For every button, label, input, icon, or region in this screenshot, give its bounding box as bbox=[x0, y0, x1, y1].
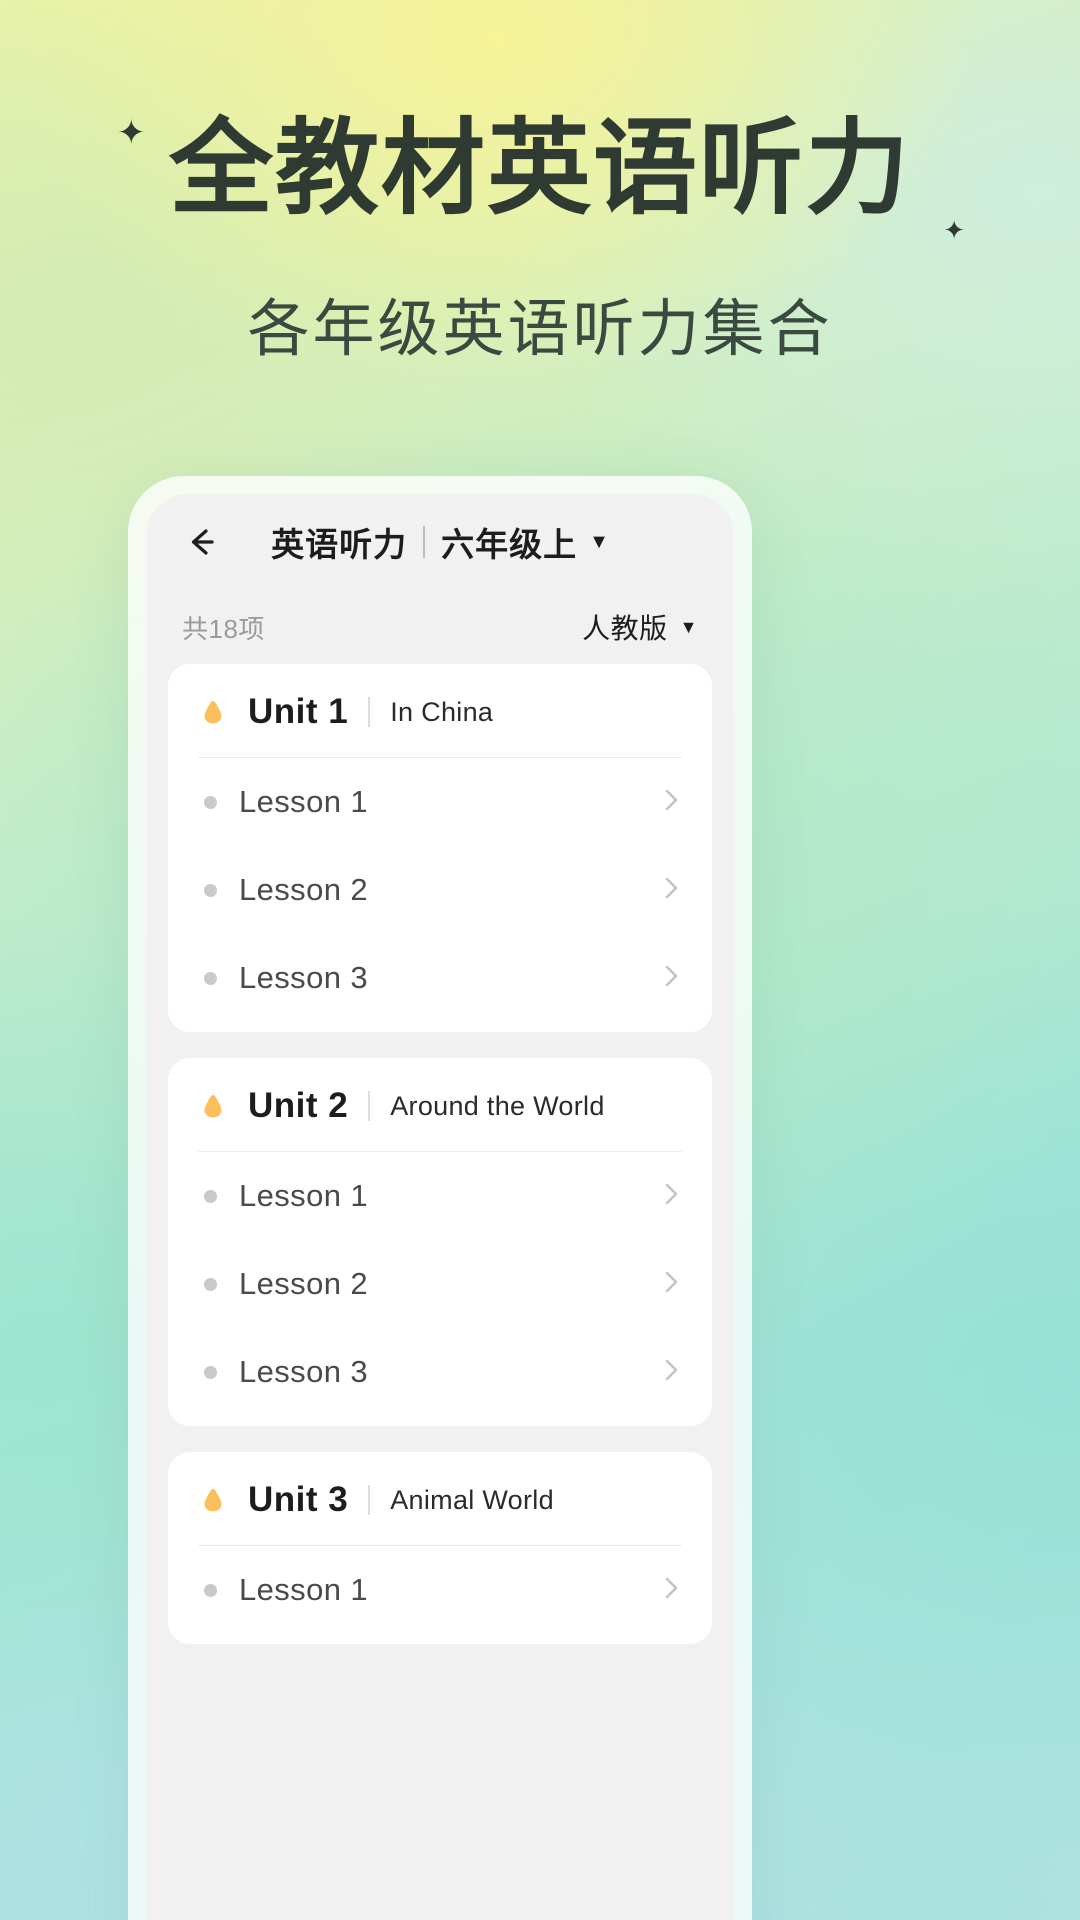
unit-list: Unit 1 In China Lesson 1 Lesson 2 Lesson… bbox=[146, 664, 734, 1690]
unit-title: Unit 2 bbox=[248, 1086, 349, 1125]
chevron-right-icon bbox=[660, 1573, 682, 1608]
bullet-dot-icon bbox=[204, 971, 217, 985]
lesson-row[interactable]: Lesson 2 bbox=[168, 846, 712, 934]
lesson-label: Lesson 1 bbox=[239, 1178, 369, 1213]
lesson-row[interactable]: Lesson 3 bbox=[168, 934, 712, 1022]
chevron-down-icon[interactable]: ▼ bbox=[589, 531, 609, 554]
lesson-row[interactable]: Lesson 1 bbox=[168, 1546, 712, 1634]
sparkle-icon-bottom: ✦ bbox=[943, 216, 967, 247]
textbook-version-select[interactable]: 人教版 ▼ bbox=[582, 607, 698, 647]
chevron-right-icon bbox=[660, 1355, 682, 1390]
unit-title: Unit 1 bbox=[248, 692, 349, 731]
bullet-dot-icon bbox=[204, 1365, 217, 1379]
chevron-right-icon bbox=[660, 1179, 682, 1214]
droplet-marker-icon bbox=[198, 1091, 228, 1121]
chevron-right-icon bbox=[660, 961, 682, 996]
unit-header[interactable]: Unit 3 Animal World bbox=[168, 1452, 712, 1546]
lesson-label: Lesson 1 bbox=[239, 784, 369, 819]
phone-mockup: 英语听力 六年级上 ▼ 共18项 人教版 ▼ Unit 1 In China L… bbox=[128, 476, 752, 1920]
lesson-label: Lesson 3 bbox=[239, 960, 369, 995]
headline-text: 全教材英语听力 bbox=[168, 107, 911, 229]
droplet-marker-icon bbox=[198, 697, 228, 727]
lesson-label: Lesson 2 bbox=[239, 1266, 369, 1301]
lesson-row[interactable]: Lesson 3 bbox=[168, 1328, 712, 1416]
unit-description: In China bbox=[390, 696, 494, 727]
unit-title: Unit 3 bbox=[248, 1480, 349, 1519]
back-arrow-icon[interactable] bbox=[180, 520, 224, 564]
droplet-marker-icon bbox=[198, 1485, 228, 1515]
unit-card: Unit 2 Around the World Lesson 1 Lesson … bbox=[168, 1058, 712, 1426]
chevron-right-icon bbox=[660, 873, 682, 908]
lesson-row[interactable]: Lesson 1 bbox=[168, 758, 712, 846]
unit-card: Unit 1 In China Lesson 1 Lesson 2 Lesson… bbox=[168, 664, 712, 1032]
promo-page: ✦ 全教材英语听力 ✦ 各年级英语听力集合 英语听力 六年级上 ▼ 共18项 人… bbox=[0, 0, 1080, 1920]
chevron-down-icon: ▼ bbox=[679, 616, 698, 637]
unit-description: Animal World bbox=[390, 1484, 554, 1515]
bullet-dot-icon bbox=[204, 1583, 217, 1597]
lesson-label: Lesson 1 bbox=[239, 1572, 369, 1607]
chevron-right-icon bbox=[660, 1267, 682, 1302]
textbook-version-label: 人教版 bbox=[582, 613, 668, 644]
unit-title-divider bbox=[368, 697, 371, 727]
page-title: ✦ 全教材英语听力 ✦ bbox=[117, 112, 965, 244]
lesson-row[interactable]: Lesson 1 bbox=[168, 1152, 712, 1240]
header-subject-label: 英语听力 bbox=[271, 526, 408, 563]
bullet-dot-icon bbox=[204, 795, 217, 809]
item-count-label: 共18项 bbox=[182, 613, 265, 644]
lesson-label: Lesson 2 bbox=[239, 872, 369, 907]
unit-header[interactable]: Unit 1 In China bbox=[168, 664, 712, 758]
app-header: 英语听力 六年级上 ▼ bbox=[146, 494, 734, 590]
header-grade-label[interactable]: 六年级上 bbox=[441, 518, 577, 566]
sparkle-icon-top: ✦ bbox=[116, 113, 148, 153]
bullet-dot-icon bbox=[204, 883, 217, 897]
unit-header[interactable]: Unit 2 Around the World bbox=[168, 1058, 712, 1152]
chevron-right-icon bbox=[660, 785, 682, 820]
unit-title-divider bbox=[368, 1091, 371, 1121]
unit-title-divider bbox=[368, 1485, 371, 1515]
phone-screen: 英语听力 六年级上 ▼ 共18项 人教版 ▼ Unit 1 In China L… bbox=[146, 494, 734, 1920]
list-subheader: 共18项 人教版 ▼ bbox=[146, 590, 734, 664]
lesson-label: Lesson 3 bbox=[239, 1354, 369, 1389]
headline-block: ✦ 全教材英语听力 ✦ bbox=[0, 112, 1080, 244]
bullet-dot-icon bbox=[204, 1189, 217, 1203]
page-subtitle: 各年级英语听力集合 bbox=[247, 292, 833, 365]
lesson-row[interactable]: Lesson 2 bbox=[168, 1240, 712, 1328]
unit-card: Unit 3 Animal World Lesson 1 bbox=[168, 1452, 712, 1644]
bullet-dot-icon bbox=[204, 1277, 217, 1291]
unit-description: Around the World bbox=[390, 1090, 605, 1121]
header-divider bbox=[423, 526, 426, 558]
header-title-group: 英语听力 六年级上 ▼ bbox=[146, 518, 734, 566]
